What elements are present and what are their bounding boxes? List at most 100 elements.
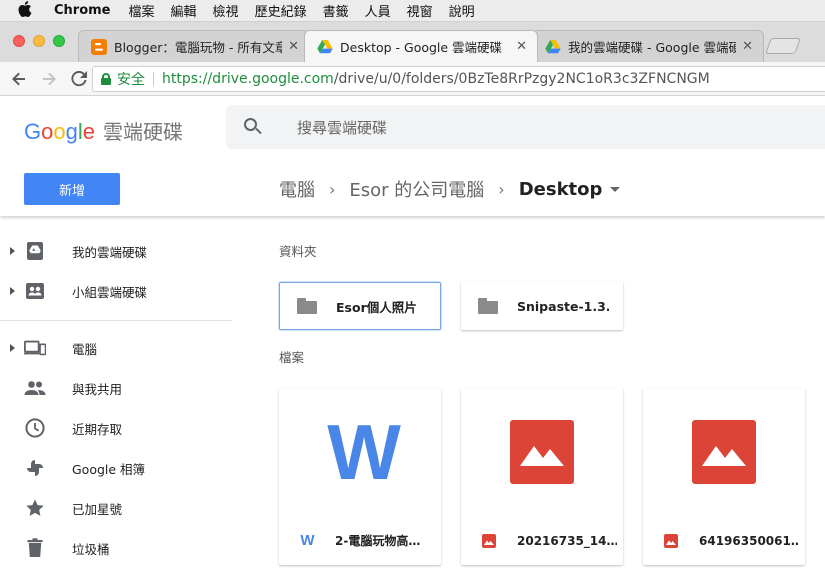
back-button[interactable] [8,68,30,90]
menu-bookmarks[interactable]: 書籤 [323,1,349,20]
browser-tab-drive-desktop[interactable]: Desktop - Google 雲端硬碟 ✕ [304,30,538,62]
google-photos-icon [24,457,46,479]
folder-icon [297,298,317,314]
file-item[interactable]: 20216735_14… [461,388,623,565]
drive-icon [545,39,561,55]
sidebar-item-recent[interactable]: 近期存取 [0,408,256,448]
sidebar-item-label: 小組雲端硬碟 [72,284,148,300]
sidebar-item-computers[interactable]: 電腦 [0,328,256,368]
file-item[interactable]: 64196350061… [643,388,805,565]
close-tab-icon[interactable]: ✕ [742,39,753,54]
word-doc-icon: W [327,407,401,496]
file-thumbnail: W [279,388,441,516]
address-bar[interactable]: 安全 https://drive.google.com/drive/u/0/fo… [92,66,825,92]
tab-title: Blogger：電腦玩物 - 所有文章 [114,40,283,55]
folder-item[interactable]: Esor個人照片 [279,282,441,330]
sidebar-item-my-drive[interactable]: 我的雲端硬碟 [0,231,256,271]
file-thumbnail [461,388,623,516]
chevron-right-icon: › [498,179,505,199]
browser-tab-blogger[interactable]: Blogger：電腦玩物 - 所有文章 ✕ [78,30,310,62]
macos-menu-bar: Chrome 檔案 編輯 檢視 歷史紀錄 書籤 人員 視窗 說明 [0,0,825,22]
search-icon[interactable] [244,118,262,136]
close-tab-icon[interactable]: ✕ [516,39,527,54]
sidebar-item-label: 我的雲端硬碟 [72,244,148,260]
image-file-icon [510,420,574,484]
new-tab-button[interactable] [765,38,801,54]
sidebar-item-label: 垃圾桶 [72,541,110,557]
reload-button[interactable] [68,68,90,90]
browser-tab-strip: Blogger：電腦玩物 - 所有文章 ✕ Desktop - Google 雲… [0,22,825,62]
menu-file[interactable]: 檔案 [129,1,155,20]
tab-title: Desktop - Google 雲端硬碟 [340,40,503,55]
folder-item[interactable]: Snipaste-1.3.x… [461,282,623,330]
browser-toolbar: 安全 https://drive.google.com/drive/u/0/fo… [0,62,825,96]
breadcrumb-computers[interactable]: 電腦 [279,176,315,202]
file-item[interactable]: W W 2-電腦玩物高… [279,388,441,565]
url-scheme-host: https://drive.google.com [162,71,334,87]
tab-title: 我的雲端硬碟 - Google 雲端硬碟 [568,40,737,55]
sidebar-item-label: 電腦 [72,341,98,357]
window-close-button[interactable] [13,35,25,47]
drive-sidebar: 我的雲端硬碟 小組雲端硬碟 電腦 與我共用 近期存取 Google 相簿 已加星… [0,216,256,565]
folder-name: Esor個人照片 [336,299,417,315]
expand-arrow-icon[interactable] [10,287,15,295]
sidebar-item-google-photos[interactable]: Google 相簿 [0,448,256,488]
secure-label: 安全 [117,72,145,88]
breadcrumb: 電腦 › Esor 的公司電腦 › Desktop [279,176,621,202]
sidebar-item-label: 近期存取 [72,421,123,437]
menu-history[interactable]: 歷史紀錄 [255,1,307,20]
file-footer: W 2-電腦玩物高… [279,516,441,565]
reload-icon [71,70,87,86]
team-drives-icon [24,280,46,302]
sidebar-divider [0,320,232,321]
blogger-icon [91,38,107,55]
sidebar-item-trash[interactable]: 垃圾桶 [0,528,256,568]
expand-arrow-icon[interactable] [10,344,15,352]
breadcrumb-current-folder[interactable]: Desktop [519,179,603,200]
sidebar-item-shared-with-me[interactable]: 與我共用 [0,368,256,408]
close-tab-icon[interactable]: ✕ [288,39,299,54]
apple-menu-icon[interactable] [18,0,34,21]
folder-name: Snipaste-1.3.x… [517,298,609,314]
menu-view[interactable]: 檢視 [213,1,239,20]
forward-arrow-icon [43,72,56,85]
menu-window[interactable]: 視窗 [407,1,433,20]
image-file-icon [663,533,679,549]
computers-icon [24,337,46,359]
files-section-label: 檔案 [279,350,305,365]
menu-people[interactable]: 人員 [365,1,391,20]
browser-tab-my-drive[interactable]: 我的雲端硬碟 - Google 雲端硬碟 ✕ [532,30,764,62]
window-minimize-button[interactable] [33,35,45,47]
drive-search-box[interactable]: 搜尋雲端硬碟 [226,105,825,149]
my-drive-icon [24,240,46,262]
drive-main-content: 資料夾 Esor個人照片 Snipaste-1.3.x… 檔案 W W 2-電腦… [256,216,825,565]
google-drive-logo[interactable]: Google 雲端硬碟 [24,116,183,145]
menu-help[interactable]: 說明 [449,1,475,20]
menu-app-name[interactable]: Chrome [54,3,111,18]
folder-icon [478,298,498,314]
sidebar-item-label: 已加星號 [72,501,123,517]
star-icon [24,497,46,519]
window-zoom-button[interactable] [53,35,65,47]
back-arrow-icon [12,72,25,85]
drive-header: Google 雲端硬碟 搜尋雲端硬碟 新增 電腦 › Esor 的公司電腦 › … [0,96,825,216]
trash-icon [24,537,46,559]
breadcrumb-esor-computer[interactable]: Esor 的公司電腦 [349,176,484,202]
image-file-icon [481,533,497,549]
menu-edit[interactable]: 編輯 [171,1,197,20]
folders-section-label: 資料夾 [279,244,317,259]
file-name: 2-電腦玩物高… [335,534,421,548]
file-name: 64196350061… [699,533,799,548]
sidebar-item-team-drives[interactable]: 小組雲端硬碟 [0,271,256,311]
recent-clock-icon [24,417,46,439]
forward-button[interactable] [38,68,60,90]
search-input[interactable]: 搜尋雲端硬碟 [297,117,387,138]
expand-arrow-icon[interactable] [10,247,15,255]
file-footer: 64196350061… [643,516,805,565]
file-name: 20216735_14… [517,533,617,548]
file-footer: 20216735_14… [461,516,623,565]
new-button[interactable]: 新增 [24,173,120,205]
dropdown-caret-icon[interactable] [610,186,621,192]
google-wordmark: Google [24,119,96,144]
sidebar-item-starred[interactable]: 已加星號 [0,488,256,528]
